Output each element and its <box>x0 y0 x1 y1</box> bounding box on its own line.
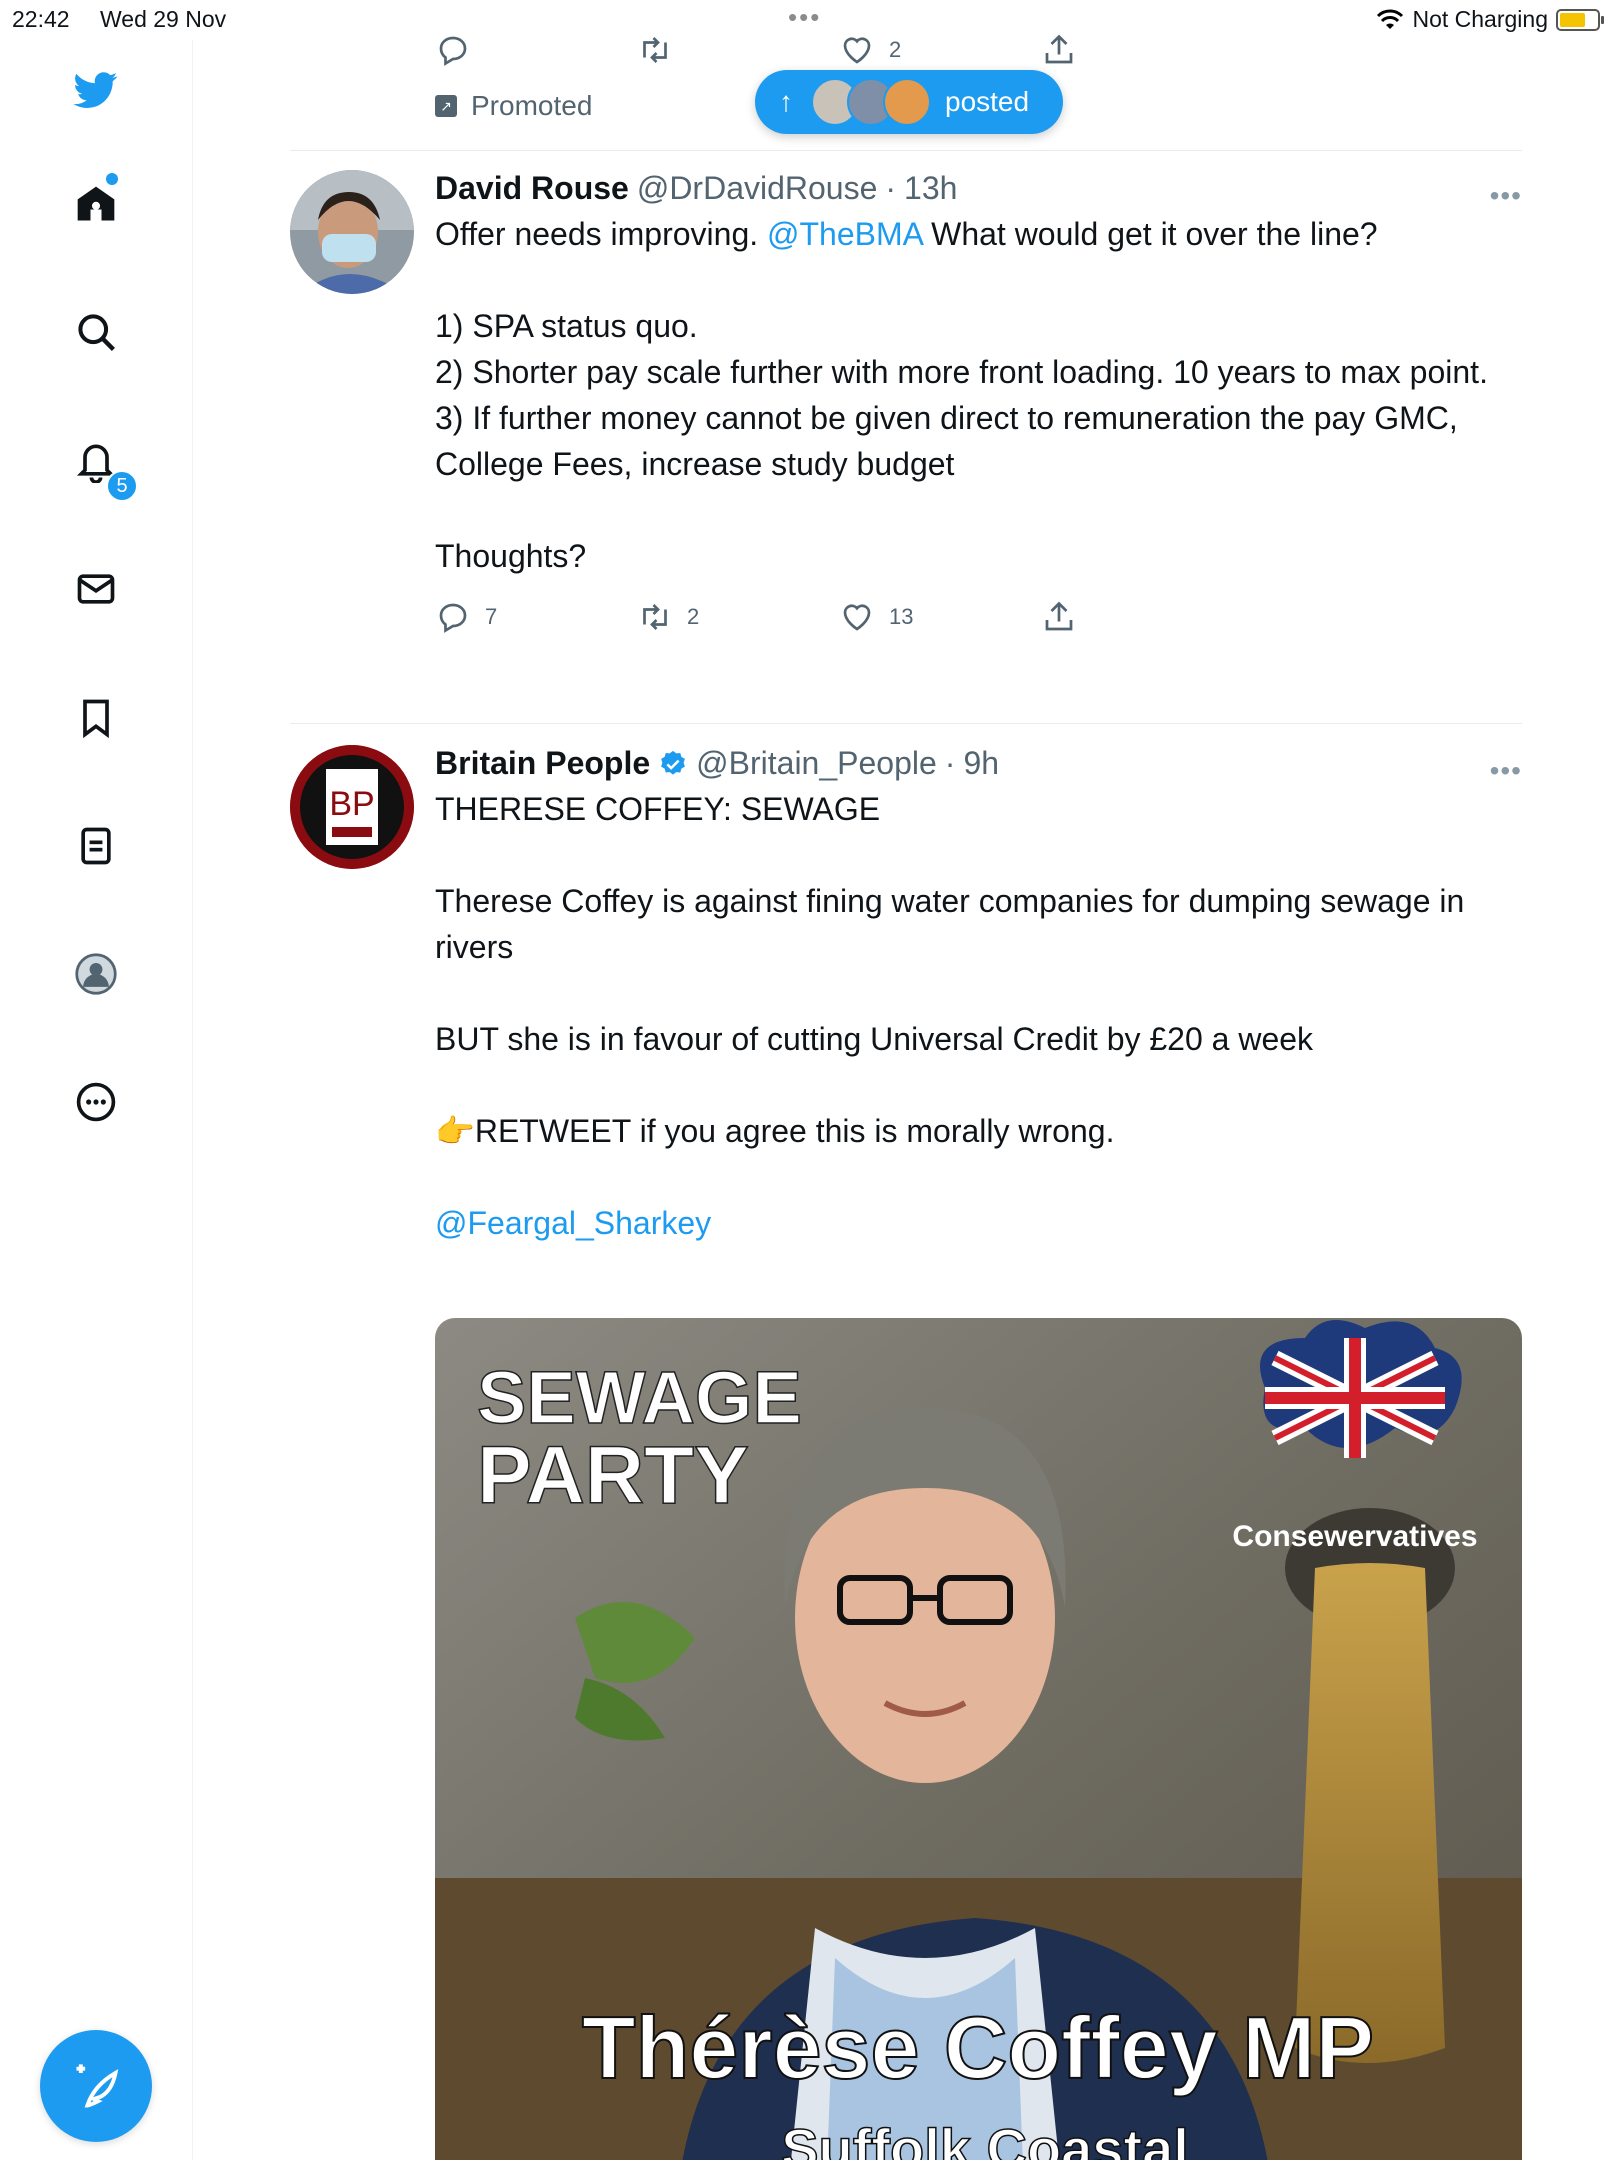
heart-icon <box>843 37 871 64</box>
pill-avatars <box>811 78 931 126</box>
promoted-arrow-icon: ↗ <box>435 95 457 117</box>
tweet-line <box>435 832 1522 878</box>
feather-plus-icon <box>76 2064 119 2108</box>
more-options-icon[interactable]: ••• <box>1490 180 1522 212</box>
lists-icon[interactable] <box>70 820 122 872</box>
profile-avatar-icon[interactable] <box>70 948 122 1000</box>
divider <box>290 150 1522 151</box>
share-icon <box>1045 34 1073 64</box>
more-options-icon[interactable]: ••• <box>1490 755 1522 787</box>
home-icon[interactable] <box>70 178 122 230</box>
retweet-button[interactable] <box>637 32 673 68</box>
tweet-line <box>435 1062 1522 1108</box>
tweet-time[interactable]: 9h <box>963 745 999 782</box>
verified-badge-icon <box>661 750 686 775</box>
reply-button[interactable] <box>435 32 471 68</box>
heart-icon <box>843 604 871 631</box>
new-posts-label: posted <box>945 86 1030 117</box>
tweet-line <box>435 1154 1522 1200</box>
tweet-line: 👉RETWEET if you agree this is morally wr… <box>435 1113 1115 1149</box>
retweet-count: 2 <box>687 604 700 629</box>
author-name[interactable]: Britain People <box>435 745 650 782</box>
tweet-line <box>435 257 1522 303</box>
retweet-icon <box>643 37 667 63</box>
tweet-text: THERESE COFFEY: SEWAGE Therese Coffey is… <box>435 786 1522 1246</box>
avatar-david-rouse[interactable] <box>290 170 414 294</box>
sidebar-nav: 5 <box>0 40 193 2160</box>
search-icon[interactable] <box>70 306 122 358</box>
twitter-logo-icon[interactable] <box>70 64 122 116</box>
svg-text:BP: BP <box>329 785 374 823</box>
status-bar: 22:42 Wed 29 Nov ••• Not Charging <box>0 0 1620 40</box>
tweet-line: Thoughts? <box>435 538 587 574</box>
tweet-header: Britain People @Britain_People · 9h <box>435 745 1000 782</box>
status-date: Wed 29 Nov <box>100 6 227 32</box>
mention-link[interactable]: @TheBMA <box>767 216 922 252</box>
share-button[interactable] <box>1041 32 1077 68</box>
more-options-icon[interactable] <box>70 1076 122 1128</box>
bookmark-icon[interactable] <box>70 692 122 744</box>
reply-count: 7 <box>485 604 498 629</box>
author-handle[interactable]: @DrDavidRouse <box>637 170 878 207</box>
messages-envelope-icon[interactable] <box>70 563 122 615</box>
tweet-line: THERESE COFFEY: SEWAGE <box>435 791 881 827</box>
image-constituency: Suffolk Coastal <box>781 2117 1189 2160</box>
reply-icon <box>439 36 467 66</box>
reply-button[interactable]: 7 <box>435 599 497 635</box>
tweet-time[interactable]: 13h <box>904 170 957 207</box>
like-count: 13 <box>889 604 914 629</box>
arrow-up-icon: ↑ <box>779 86 793 117</box>
tweet-line: 2) Shorter pay scale further with more f… <box>435 354 1488 390</box>
author-handle[interactable]: @Britain_People <box>696 745 937 782</box>
tweet-line: Offer needs improving. @TheBMA What woul… <box>435 216 1378 252</box>
tweet-line <box>435 487 1522 533</box>
tweet-line: 3) If further money cannot be given dire… <box>435 400 1458 482</box>
tweet-line: 1) SPA status quo. <box>435 308 698 344</box>
author-name[interactable]: David Rouse <box>435 170 629 207</box>
tweet-line: Therese Coffey is against fining water c… <box>435 883 1465 965</box>
charging-status: Not Charging <box>1412 6 1548 32</box>
notifications-badge: 5 <box>106 470 138 502</box>
image-party-label: Consewervatives <box>1232 1520 1477 1553</box>
reply-icon <box>439 603 467 633</box>
battery-icon <box>1556 8 1604 31</box>
share-button[interactable] <box>1041 599 1077 635</box>
like-count: 2 <box>889 37 902 62</box>
home-unread-dot <box>106 173 118 185</box>
tweet-line: BUT she is in favour of cutting Universa… <box>435 1021 1314 1057</box>
promoted-label: ↗ Promoted <box>435 90 592 122</box>
like-button[interactable]: 2 <box>839 32 901 68</box>
image-person-name: Thérèse Coffey MP <box>582 1998 1374 2097</box>
image-headline-2: PARTY <box>477 1430 749 1521</box>
multitasking-dots-icon[interactable]: ••• <box>788 2 821 33</box>
avatar-britain-people[interactable]: BP <box>290 745 414 869</box>
retweet-icon <box>643 604 667 630</box>
tweet-media-image[interactable]: SEWAGE PARTY Consewervatives Thérèse Cof… <box>435 1318 1522 2160</box>
share-icon <box>1045 601 1073 631</box>
status-time: 22:42 <box>12 6 70 32</box>
tweet-text: Offer needs improving. @TheBMA What woul… <box>435 211 1522 579</box>
pill-avatar <box>883 78 931 126</box>
wifi-icon <box>1377 9 1404 29</box>
image-headline-1: SEWAGE <box>477 1356 802 1439</box>
divider <box>290 723 1522 724</box>
tweet-header: David Rouse @DrDavidRouse · 13h <box>435 170 958 207</box>
tweet-actions: 7 2 13 <box>435 599 1522 649</box>
new-posts-pill[interactable]: ↑ posted <box>755 70 1063 134</box>
status-right: Not Charging <box>1376 6 1604 33</box>
tweet-line <box>435 970 1522 1016</box>
retweet-button[interactable]: 2 <box>637 599 699 635</box>
compose-tweet-button[interactable] <box>40 2030 152 2142</box>
mention-link[interactable]: @Feargal_Sharkey <box>435 1205 711 1241</box>
like-button[interactable]: 13 <box>839 599 913 635</box>
